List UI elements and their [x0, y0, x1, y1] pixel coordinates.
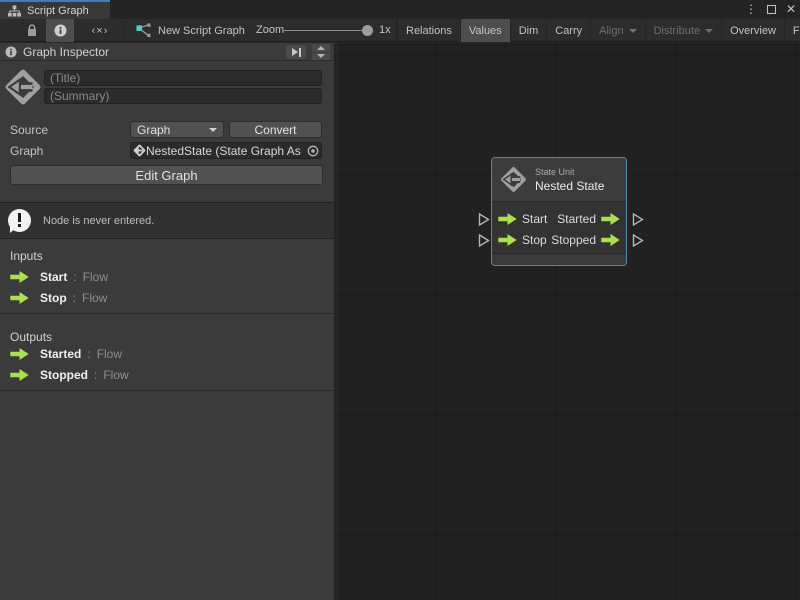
- code-preview-button[interactable]: ‹×›: [80, 19, 120, 42]
- state-unit-icon: [500, 166, 527, 193]
- inputs-heading: Inputs: [10, 249, 43, 263]
- window-tab-bar: Script Graph ⋮ ✕: [0, 0, 800, 19]
- flow-arrow-icon: [10, 271, 29, 283]
- node-port-row: Stop Stopped: [492, 229, 626, 250]
- edit-graph-button[interactable]: Edit Graph: [10, 165, 323, 185]
- info-icon: [54, 24, 67, 37]
- node-port-row: Start Started: [492, 208, 626, 229]
- close-icon[interactable]: ✕: [786, 0, 796, 19]
- scroll-up-button[interactable]: [312, 44, 330, 52]
- values-button[interactable]: Values: [460, 19, 510, 42]
- port-triangle-icon[interactable]: [478, 234, 490, 247]
- maximize-icon[interactable]: [767, 5, 776, 14]
- tab-label: Script Graph: [27, 5, 89, 17]
- code-icon: ‹×›: [92, 25, 109, 37]
- node-kind-label: State Unit: [535, 167, 604, 177]
- flow-arrow-icon: [10, 369, 29, 381]
- source-label: Source: [10, 123, 48, 137]
- source-dropdown[interactable]: Graph: [130, 121, 224, 138]
- hierarchy-icon: [8, 5, 21, 17]
- flow-arrow-icon: [10, 348, 29, 360]
- menu-icon[interactable]: ⋮: [745, 0, 757, 19]
- flow-arrow-icon: [10, 292, 29, 304]
- triangle-up-icon: [317, 46, 325, 50]
- object-picker-icon[interactable]: [307, 145, 319, 157]
- fullscreen-button[interactable]: Full Screen: [784, 19, 800, 42]
- chevron-down-icon: [209, 128, 217, 132]
- output-port-row: Stopped : Flow: [10, 368, 129, 382]
- new-script-graph-item[interactable]: New Script Graph: [136, 19, 245, 42]
- title-field[interactable]: [44, 70, 322, 86]
- new-script-graph-label: New Script Graph: [158, 25, 245, 37]
- flow-arrow-icon[interactable]: [601, 213, 620, 225]
- warning-text: Node is never entered.: [43, 215, 154, 227]
- lock-icon: [26, 24, 38, 37]
- flow-arrow-icon[interactable]: [498, 234, 517, 246]
- graph-field-label: Graph: [10, 144, 43, 158]
- port-triangle-icon[interactable]: [632, 234, 644, 247]
- state-graph-asset-icon: [133, 144, 146, 157]
- outputs-heading: Outputs: [10, 330, 52, 344]
- relations-button[interactable]: Relations: [397, 19, 460, 42]
- input-port-row: Stop : Flow: [10, 291, 107, 305]
- warning-icon: [8, 209, 31, 232]
- lock-button[interactable]: [22, 19, 42, 42]
- distribute-button[interactable]: Distribute: [645, 19, 721, 42]
- inspector-title: Graph Inspector: [23, 45, 109, 59]
- triangle-down-icon: [317, 54, 325, 58]
- warning-box: Node is never entered.: [0, 202, 334, 239]
- convert-button[interactable]: Convert: [229, 121, 322, 138]
- carry-button[interactable]: Carry: [546, 19, 590, 42]
- zoom-value: 1x: [379, 24, 391, 36]
- output-port-row: Started : Flow: [10, 347, 122, 361]
- port-triangle-icon[interactable]: [632, 213, 644, 226]
- dock-icon: [292, 48, 298, 56]
- scroll-down-button[interactable]: [312, 53, 330, 61]
- state-unit-icon: [4, 68, 42, 106]
- state-unit-node[interactable]: State Unit Nested State Start Started St…: [491, 157, 627, 266]
- chevron-down-icon: [629, 29, 637, 33]
- flow-arrow-icon[interactable]: [601, 234, 620, 246]
- align-button[interactable]: Align: [590, 19, 644, 42]
- overview-button[interactable]: Overview: [721, 19, 784, 42]
- tab-script-graph[interactable]: Script Graph: [0, 0, 110, 19]
- script-graph-icon: [136, 23, 151, 38]
- chevron-down-icon: [705, 29, 713, 33]
- graph-object-field[interactable]: NestedState (State Graph As: [130, 142, 322, 159]
- port-triangle-icon[interactable]: [478, 213, 490, 226]
- graph-canvas[interactable]: State Unit Nested State Start Started St…: [338, 43, 800, 600]
- node-title: Nested State: [535, 179, 604, 193]
- zoom-slider-track[interactable]: [284, 30, 370, 31]
- summary-field[interactable]: [44, 88, 322, 104]
- inspector-header: Graph Inspector: [0, 43, 334, 61]
- zoom-label: Zoom: [256, 24, 284, 36]
- input-port-row: Start : Flow: [10, 270, 108, 284]
- node-header[interactable]: State Unit Nested State: [492, 158, 626, 202]
- flow-arrow-icon[interactable]: [498, 213, 517, 225]
- graph-inspector-panel: Graph Inspector Source Graph Convert Gra…: [0, 43, 336, 600]
- graph-toolbar: ‹×› New Script Graph Zoom 1x Relations V…: [0, 19, 800, 42]
- info-icon: [5, 46, 17, 58]
- node-footer: [492, 253, 626, 265]
- dock-panel-button[interactable]: [286, 45, 306, 59]
- dim-button[interactable]: Dim: [510, 19, 547, 42]
- zoom-slider-handle[interactable]: [362, 25, 373, 36]
- inspector-toggle-button[interactable]: [46, 19, 74, 42]
